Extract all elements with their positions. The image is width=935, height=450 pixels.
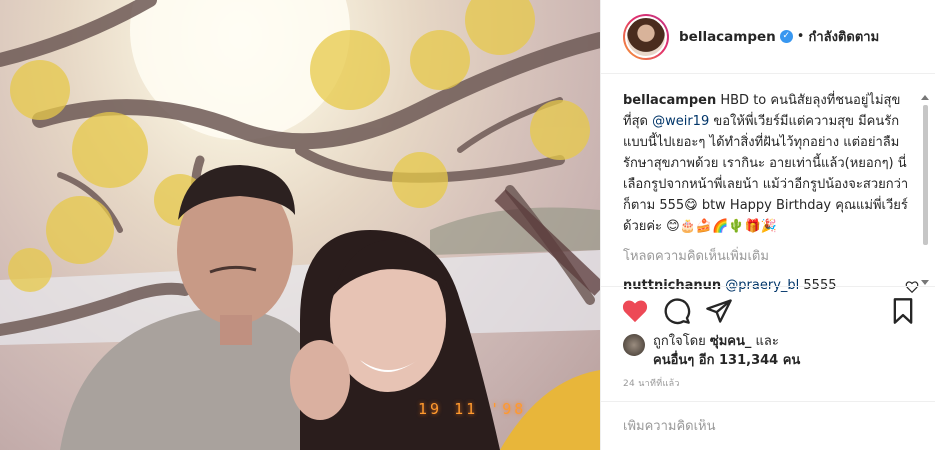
load-more-comments-button[interactable]: โหลดความคิดเห็นเพิ่มเติม bbox=[623, 245, 915, 266]
comments-section: bellacampen HBD to คนนิสัยลุงที่ชนอยู่ไม… bbox=[623, 90, 919, 294]
caption-username[interactable]: bellacampen bbox=[623, 93, 716, 108]
likes-summary: ถูกใจโดย ซุ่มคน_ และ คนอื่นๆ อีก 131,344… bbox=[623, 332, 800, 370]
story-ring[interactable] bbox=[623, 13, 669, 60]
likes-and-label: และ bbox=[755, 334, 779, 349]
following-button[interactable]: กำลังติดตาม bbox=[808, 26, 879, 47]
liker-avatar[interactable] bbox=[623, 334, 645, 356]
verified-badge-icon: ✓ bbox=[779, 30, 793, 43]
scrollbar-thumb[interactable] bbox=[923, 105, 928, 245]
likes-text: ถูกใจโดย ซุ่มคน_ และ คนอื่นๆ อีก 131,344… bbox=[653, 332, 800, 370]
photo-date-stamp: 19 11 '98 bbox=[418, 400, 527, 418]
header-username[interactable]: bellacampen bbox=[679, 29, 776, 45]
scroll-up-arrow-icon[interactable] bbox=[921, 95, 929, 100]
bookmark-icon[interactable] bbox=[889, 297, 917, 325]
caption-text-part2: ขอให้พี่เวียร์มีแต่ความสุข มีคนรักแบบนี้… bbox=[623, 114, 909, 234]
post-header: bellacampen ✓ • กำลังติดตาม bbox=[601, 0, 935, 74]
comment-bubble-icon[interactable] bbox=[663, 297, 691, 325]
avatar[interactable] bbox=[625, 15, 667, 58]
photo-illustration bbox=[0, 0, 600, 450]
liker-username[interactable]: ซุ่มคน_ bbox=[710, 334, 751, 349]
post-timestamp[interactable]: 24 นาทีที่แล้ว bbox=[623, 376, 680, 390]
caption-mention[interactable]: @weir19 bbox=[652, 114, 709, 129]
caption: bellacampen HBD to คนนิสัยลุงที่ชนอยู่ไม… bbox=[623, 90, 915, 237]
others-likes-link[interactable]: คนอื่นๆ อีก 131,344 คน bbox=[653, 353, 800, 368]
instagram-post: 19 11 '98 bellacampen ✓ • กำลังติดตาม be… bbox=[0, 0, 935, 450]
post-photo[interactable]: 19 11 '98 bbox=[0, 0, 600, 450]
share-icon[interactable] bbox=[705, 297, 733, 325]
comments-scrollbar[interactable] bbox=[921, 95, 929, 285]
like-heart-icon[interactable] bbox=[621, 297, 649, 325]
liked-by-label: ถูกใจโดย bbox=[653, 334, 706, 349]
add-comment-bar bbox=[601, 401, 935, 450]
scroll-down-arrow-icon[interactable] bbox=[921, 280, 929, 285]
post-actions-bar bbox=[601, 286, 935, 334]
post-side-panel: bellacampen ✓ • กำลังติดตาม bellacampen … bbox=[600, 0, 935, 450]
header-separator: • bbox=[796, 29, 805, 44]
add-comment-input[interactable] bbox=[623, 418, 913, 434]
